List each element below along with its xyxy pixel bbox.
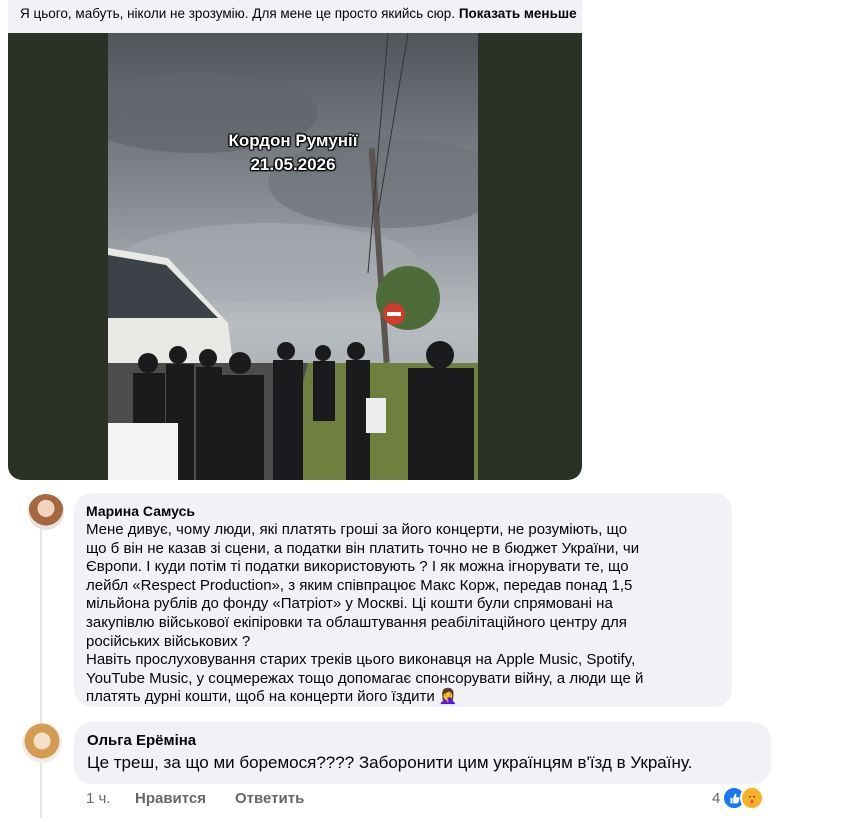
comment-line: Навіть прослуховування старих треків цьо…	[86, 651, 636, 669]
like-button[interactable]: Нравится	[135, 790, 206, 807]
comment-line: платять дурні кошти, щоб на концерти йог…	[86, 688, 458, 706]
comment-line: лейбл «Respect Production», з яким співп…	[86, 576, 633, 594]
comment-line: Мене дивує, чому люди, які платять гроші…	[86, 521, 628, 538]
top-comment-text: Я цього, мабуть, ніколи не зрозумію. Для…	[20, 6, 577, 21]
comment-line: Європи. І куди потім ті податки використ…	[86, 558, 629, 576]
comment-text: Це треш, за що ми боремося???? Заборонит…	[87, 753, 693, 772]
comment-author[interactable]: Марина Самусь	[86, 503, 195, 519]
reactions-summary[interactable]: 4	[712, 786, 765, 810]
comment-line: російських військових ?	[86, 632, 251, 650]
comment-line: мільйона рублів до фонду «Патріот» у Мос…	[86, 595, 613, 613]
comment-bubble: Марина Самусь Мене дивує, чому люди, які…	[74, 493, 732, 707]
media-overlay-title: Кордон Румунії	[228, 131, 358, 150]
comment-line: закупівлю військової екіпіровки та облаш…	[86, 613, 627, 631]
comment-line: YouTube Music, у соцмережах тощо допомаг…	[86, 669, 644, 687]
avatar[interactable]	[28, 494, 64, 530]
comment-author[interactable]: Ольга Ерёміна	[87, 732, 196, 749]
comment-bubble: Ольга Ерёміна Це треш, за що ми боремося…	[74, 722, 771, 784]
avatar[interactable]	[22, 723, 62, 763]
media-overlay-date: 21.05.2026	[250, 155, 336, 174]
comment-media[interactable]: Кордон Румунії 21.05.2026	[8, 33, 582, 480]
see-less-link[interactable]: Показать меньше	[459, 6, 577, 21]
comment-text: Мене дивує, чому люди, які платять гроші…	[86, 521, 726, 707]
reaction-count: 4	[712, 789, 721, 807]
thread-line	[40, 528, 42, 818]
top-comment-body: Я цього, мабуть, ніколи не зрозумію. Для…	[20, 6, 456, 21]
reply-button[interactable]: Ответить	[235, 790, 304, 807]
top-comment-bubble: Я цього, мабуть, ніколи не зрозумію. Для…	[8, 0, 582, 480]
border-crowd-photo[interactable]: Кордон Румунії 21.05.2026	[108, 33, 478, 480]
care-reaction-icon	[740, 786, 765, 810]
comment-line: що б він не казав зі сцени, а податки ві…	[86, 539, 640, 557]
comment-timestamp[interactable]: 1 ч.	[86, 790, 111, 807]
